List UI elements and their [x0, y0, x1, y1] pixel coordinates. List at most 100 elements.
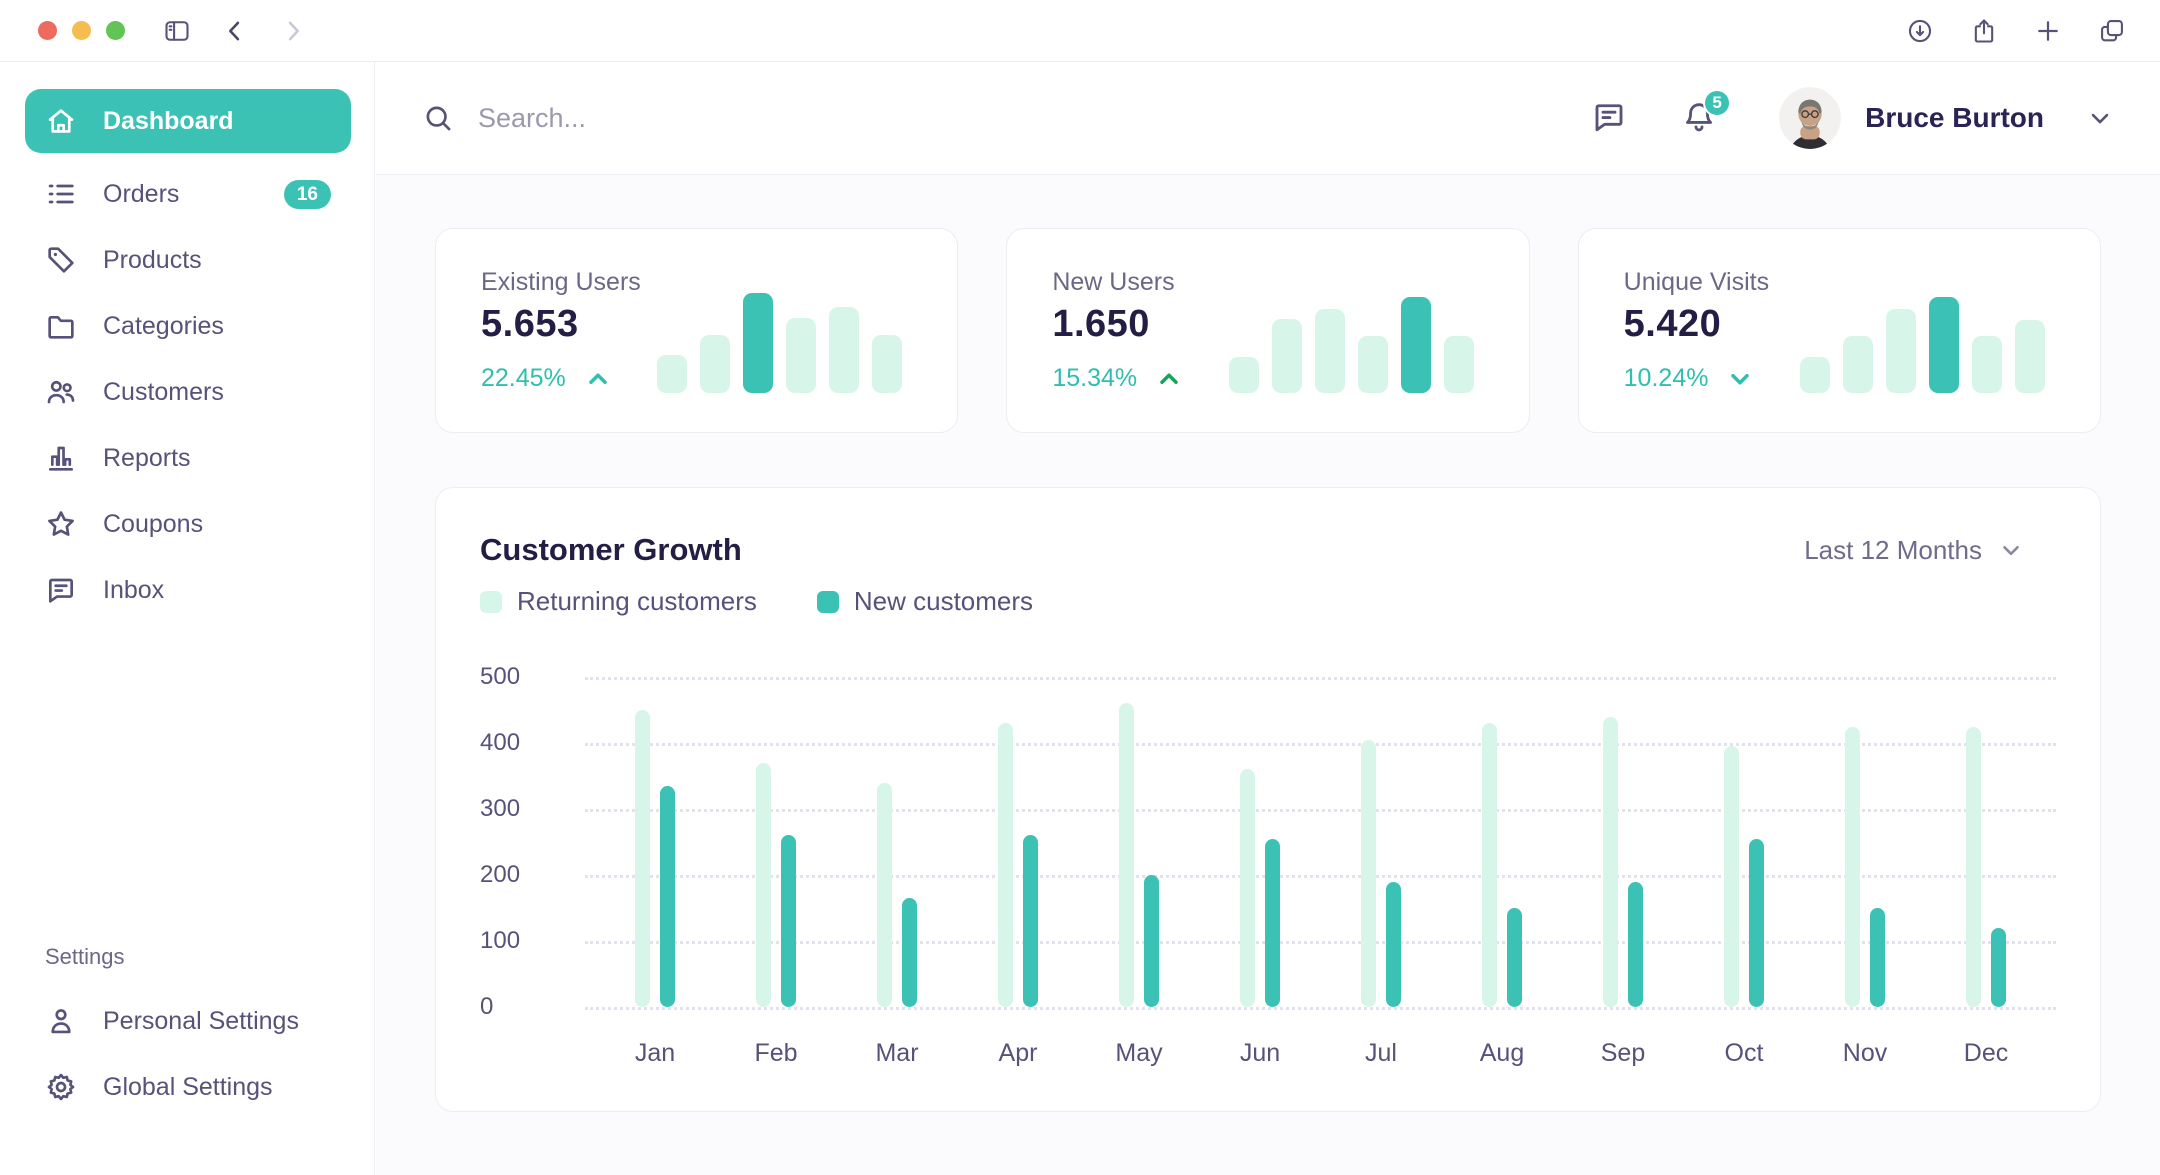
notifications-button[interactable]: 5 [1681, 99, 1719, 137]
customer-growth-card: Customer Growth Last 12 Months Returning… [435, 487, 2101, 1112]
tag-icon [45, 244, 77, 276]
stat-label: Unique Visits [1624, 268, 1769, 297]
tabs-icon[interactable] [2098, 17, 2126, 45]
spark-bar [1843, 336, 1873, 393]
sidebar-item-customers[interactable]: Customers [25, 359, 351, 425]
legend-swatch-returning [480, 591, 502, 613]
legend-label: New customers [854, 586, 1033, 617]
stat-sparkline [657, 293, 902, 393]
range-select-label: Last 12 Months [1804, 535, 1982, 566]
month-group-sep: Sep [1603, 677, 1643, 1007]
x-tick-label: Oct [1725, 1039, 1764, 1068]
returning-bar-feb [756, 763, 771, 1007]
new-bar-apr [1023, 835, 1038, 1007]
main-content: Existing Users 5.653 22.45% New Users 1.… [376, 175, 2160, 1175]
spark-bar-highlight [743, 293, 773, 393]
legend-item-new[interactable]: New customers [817, 586, 1033, 617]
forward-icon[interactable] [279, 17, 307, 45]
gridline [585, 1007, 2056, 1010]
sidebar-item-orders[interactable]: Orders 16 [25, 161, 351, 227]
chevron-down-icon [1998, 537, 2024, 563]
list-icon [45, 178, 77, 210]
returning-bar-may [1119, 703, 1134, 1007]
folder-icon [45, 310, 77, 342]
search-input[interactable] [478, 103, 1078, 134]
month-group-jul: Jul [1361, 677, 1401, 1007]
month-group-aug: Aug [1482, 677, 1522, 1007]
sidebar-item-label: Personal Settings [103, 1007, 299, 1036]
new-bar-dec [1991, 928, 2006, 1007]
returning-bar-dec [1966, 727, 1981, 1008]
x-tick-label: Aug [1480, 1039, 1524, 1068]
stat-change: 22.45% [481, 364, 641, 393]
spark-bar [1315, 309, 1345, 393]
new-bar-jul [1386, 882, 1401, 1007]
sidebar-item-personal-settings[interactable]: Personal Settings [25, 988, 351, 1054]
profile-menu[interactable]: Bruce Burton [1779, 87, 2114, 149]
x-tick-label: Jun [1240, 1039, 1280, 1068]
sidebar-item-label: Global Settings [103, 1073, 273, 1102]
stat-change-value: 15.34% [1052, 364, 1137, 393]
sidebar-item-label: Coupons [103, 510, 203, 539]
y-tick-label: 100 [480, 927, 520, 955]
returning-bar-mar [877, 783, 892, 1007]
sidebar-toggle-icon[interactable] [163, 17, 191, 45]
stat-change: 15.34% [1052, 364, 1183, 393]
back-icon[interactable] [221, 17, 249, 45]
range-select[interactable]: Last 12 Months [1804, 535, 2024, 566]
stat-change-value: 10.24% [1624, 364, 1709, 393]
y-tick-label: 500 [480, 663, 520, 691]
chevron-down-icon [2086, 104, 2114, 132]
sidebar-item-label: Customers [103, 378, 224, 407]
share-icon[interactable] [1970, 17, 1998, 45]
stat-sparkline [1229, 293, 1474, 393]
message-icon [1591, 99, 1627, 135]
x-tick-label: Mar [875, 1039, 918, 1068]
sidebar-item-categories[interactable]: Categories [25, 293, 351, 359]
month-group-nov: Nov [1845, 677, 1885, 1007]
spark-bar [1444, 336, 1474, 393]
spark-bar [786, 318, 816, 393]
stat-change-icon [1155, 365, 1183, 393]
sidebar-item-reports[interactable]: Reports [25, 425, 351, 491]
new-tab-icon[interactable] [2034, 17, 2062, 45]
x-tick-label: May [1115, 1039, 1162, 1068]
x-tick-label: Nov [1843, 1039, 1887, 1068]
gear-icon [45, 1071, 77, 1103]
person-icon [45, 1005, 77, 1037]
sidebar-item-products[interactable]: Products [25, 227, 351, 293]
legend-item-returning[interactable]: Returning customers [480, 586, 757, 617]
sidebar-item-label: Inbox [103, 576, 164, 605]
sidebar-item-coupons[interactable]: Coupons [25, 491, 351, 557]
month-group-dec: Dec [1966, 677, 2006, 1007]
y-tick-label: 200 [480, 861, 520, 889]
messages-button[interactable] [1591, 99, 1629, 137]
sidebar-item-label: Categories [103, 312, 224, 341]
sidebar-item-inbox[interactable]: Inbox [25, 557, 351, 623]
close-window-button[interactable] [38, 21, 57, 40]
new-bar-feb [781, 835, 796, 1007]
spark-bar [872, 335, 902, 393]
sidebar-item-global-settings[interactable]: Global Settings [25, 1054, 351, 1120]
minimize-window-button[interactable] [72, 21, 91, 40]
month-group-mar: Mar [877, 677, 917, 1007]
stat-change-icon [584, 365, 612, 393]
download-icon[interactable] [1906, 17, 1934, 45]
returning-bar-apr [998, 723, 1013, 1007]
stats-row: Existing Users 5.653 22.45% New Users 1.… [435, 228, 2101, 433]
new-bar-jan [660, 786, 675, 1007]
returning-bar-sep [1603, 717, 1618, 1007]
month-group-feb: Feb [756, 677, 796, 1007]
month-group-jun: Jun [1240, 677, 1280, 1007]
returning-bar-jan [635, 710, 650, 1007]
search-icon [422, 102, 454, 134]
x-tick-label: Feb [754, 1039, 797, 1068]
returning-bar-aug [1482, 723, 1497, 1007]
zoom-window-button[interactable] [106, 21, 125, 40]
spark-bar [1358, 336, 1388, 393]
month-group-oct: Oct [1724, 677, 1764, 1007]
home-icon [45, 105, 77, 137]
sidebar-item-dashboard[interactable]: Dashboard [25, 89, 351, 153]
sidebar-item-label: Orders [103, 180, 179, 209]
traffic-lights [38, 21, 125, 40]
